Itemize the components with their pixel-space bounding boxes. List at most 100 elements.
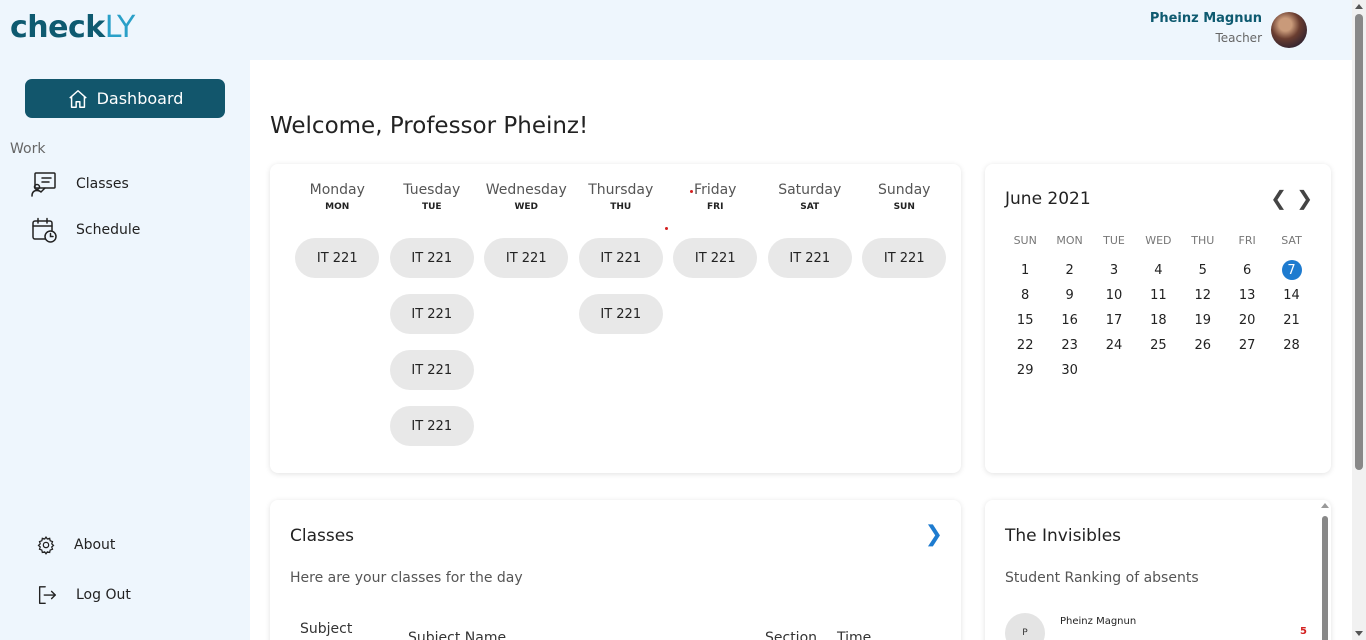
user-avatar[interactable] <box>1271 12 1307 48</box>
day-name: Monday <box>309 182 365 198</box>
day-column-wed: Wednesday WED IT 221 <box>479 182 574 446</box>
column-header-section[interactable]: Section <box>765 630 817 640</box>
sidebar-item-label: Log Out <box>76 587 131 603</box>
day-name: Tuesday <box>403 182 461 198</box>
day-name: Wednesday <box>485 182 567 198</box>
calendar-day-number: 23 <box>1061 337 1078 353</box>
calendar-day[interactable]: 9 <box>1047 286 1091 304</box>
dashboard-button[interactable]: Dashboard <box>25 79 225 118</box>
page-scrollbar[interactable] <box>1352 0 1366 640</box>
calendar-day[interactable]: 17 <box>1092 311 1136 329</box>
calendar-day[interactable]: 13 <box>1225 286 1269 304</box>
logo-accent: LY <box>104 10 136 45</box>
user-role: Teacher <box>1215 31 1262 45</box>
column-header-subject-name[interactable]: Subject Name <box>408 630 506 640</box>
marker-dot <box>690 190 693 193</box>
calendar-day[interactable]: 16 <box>1047 311 1091 329</box>
calendar-day[interactable]: 3 <box>1092 261 1136 279</box>
calendar-day[interactable]: 26 <box>1181 336 1225 354</box>
day-column-sat: Saturday SAT IT 221 <box>763 182 858 446</box>
calendar-day[interactable]: 6 <box>1225 261 1269 279</box>
calendar-day-selected[interactable]: 7 <box>1269 260 1313 280</box>
sidebar-item-label: Schedule <box>76 222 141 238</box>
day-abbr: FRI <box>707 202 724 212</box>
calendar-day[interactable]: 4 <box>1136 261 1180 279</box>
calendar-day[interactable]: 19 <box>1181 311 1225 329</box>
calendar-day[interactable]: 12 <box>1181 286 1225 304</box>
class-pill[interactable]: IT 221 <box>389 406 474 446</box>
calendar-day-number: 20 <box>1238 312 1256 328</box>
scrollbar-thumb[interactable] <box>1355 14 1363 470</box>
calendar-day-number: 7 <box>1281 260 1302 280</box>
calendar-day-number: 12 <box>1194 287 1212 303</box>
classes-title: Classes <box>290 526 355 546</box>
column-header-subject[interactable]: Subject <box>300 621 352 637</box>
calendar-day[interactable]: 14 <box>1269 286 1313 304</box>
top-bar: checkLY Pheinz Magnun Teacher <box>0 0 1352 60</box>
day-abbr: WED <box>514 202 539 212</box>
calendar-prev-button[interactable]: ❮ <box>1270 186 1287 210</box>
student-avatar: P <box>1005 613 1045 640</box>
calendar-day[interactable]: 10 <box>1092 286 1136 304</box>
day-column-sun: Sunday SUN IT 221 <box>857 182 952 446</box>
calendar-day[interactable]: 28 <box>1269 336 1313 354</box>
sidebar-item-classes[interactable]: Classes <box>30 170 129 198</box>
gear-icon <box>37 535 55 555</box>
scroll-up-arrow-icon[interactable] <box>1355 4 1363 9</box>
class-pill[interactable]: IT 221 <box>389 238 474 278</box>
class-pill[interactable]: IT 221 <box>767 238 852 278</box>
calendar-day[interactable]: 8 <box>1003 286 1047 304</box>
class-pill[interactable]: IT 221 <box>862 238 947 278</box>
calendar-day-number: 21 <box>1283 312 1300 328</box>
class-pill[interactable]: IT 221 <box>578 238 663 278</box>
class-pill[interactable]: IT 221 <box>389 294 474 334</box>
day-abbr: TUE <box>421 202 442 212</box>
week-days: Monday MON IT 221 Tuesday TUE IT 221 IT 221 IT … <box>290 182 952 446</box>
calendar-day[interactable]: 11 <box>1136 286 1180 304</box>
calendar-weekday-header: THU <box>1191 234 1215 247</box>
scroll-down-arrow-icon[interactable] <box>1355 631 1363 636</box>
invisibles-scrollbar[interactable] <box>1319 500 1331 640</box>
day-column-mon: Monday MON IT 221 <box>290 182 385 446</box>
chevron-right-icon[interactable]: ❯ <box>925 522 943 547</box>
classes-subtitle: Here are your classes for the day <box>290 570 523 586</box>
calendar-day[interactable]: 27 <box>1225 336 1269 354</box>
user-name[interactable]: Pheinz Magnun <box>1150 11 1262 26</box>
scroll-up-arrow-icon[interactable] <box>1321 503 1329 508</box>
logout-icon <box>38 586 56 604</box>
calendar-day-number: 1 <box>1021 262 1030 278</box>
calendar-clock-icon <box>32 217 57 243</box>
calendar-day[interactable]: 25 <box>1136 336 1180 354</box>
class-pill[interactable]: IT 221 <box>673 238 758 278</box>
class-pill[interactable]: IT 221 <box>389 350 474 390</box>
calendar-day[interactable]: 29 <box>1003 361 1047 379</box>
calendar-day[interactable]: 23 <box>1047 336 1091 354</box>
app-logo[interactable]: checkLY <box>10 10 135 45</box>
class-pill[interactable]: IT 221 <box>578 294 663 334</box>
calendar-day[interactable]: 15 <box>1003 311 1047 329</box>
sidebar-item-logout[interactable]: Log Out <box>36 584 131 606</box>
day-column-thu: Thursday THU IT 221 IT 221 <box>574 182 669 446</box>
calendar-day[interactable]: 30 <box>1047 361 1091 379</box>
calendar-day-number: 11 <box>1150 287 1167 303</box>
sidebar-item-schedule[interactable]: Schedule <box>30 216 140 244</box>
calendar-day[interactable]: 22 <box>1003 336 1047 354</box>
calendar-grid: SUN MON TUE WED THU FRI SAT 1 2 3 4 5 6 7 8 9 10 11 12 13 14… <box>1003 234 1314 379</box>
calendar-day[interactable]: 18 <box>1136 311 1180 329</box>
calendar-day[interactable]: 24 <box>1092 336 1136 354</box>
scrollbar-thumb[interactable] <box>1322 516 1328 640</box>
column-header-time[interactable]: Time <box>837 630 871 640</box>
calendar-day[interactable]: 5 <box>1181 261 1225 279</box>
calendar-day[interactable]: 1 <box>1003 261 1047 279</box>
class-pill[interactable]: IT 221 <box>295 238 380 278</box>
calendar-day-number: 10 <box>1105 287 1123 303</box>
invisibles-card: The Invisibles Student Ranking of absent… <box>985 500 1331 640</box>
calendar-day[interactable]: 2 <box>1047 261 1091 279</box>
sidebar-item-about[interactable]: About <box>36 535 115 555</box>
class-pill[interactable]: IT 221 <box>484 238 569 278</box>
calendar-day[interactable]: 20 <box>1225 311 1269 329</box>
student-name[interactable]: Pheinz Magnun <box>1060 616 1136 627</box>
calendar-next-button[interactable]: ❯ <box>1296 186 1313 210</box>
calendar-day[interactable]: 21 <box>1269 311 1313 329</box>
calendar-weekday-header: SAT <box>1281 234 1302 247</box>
